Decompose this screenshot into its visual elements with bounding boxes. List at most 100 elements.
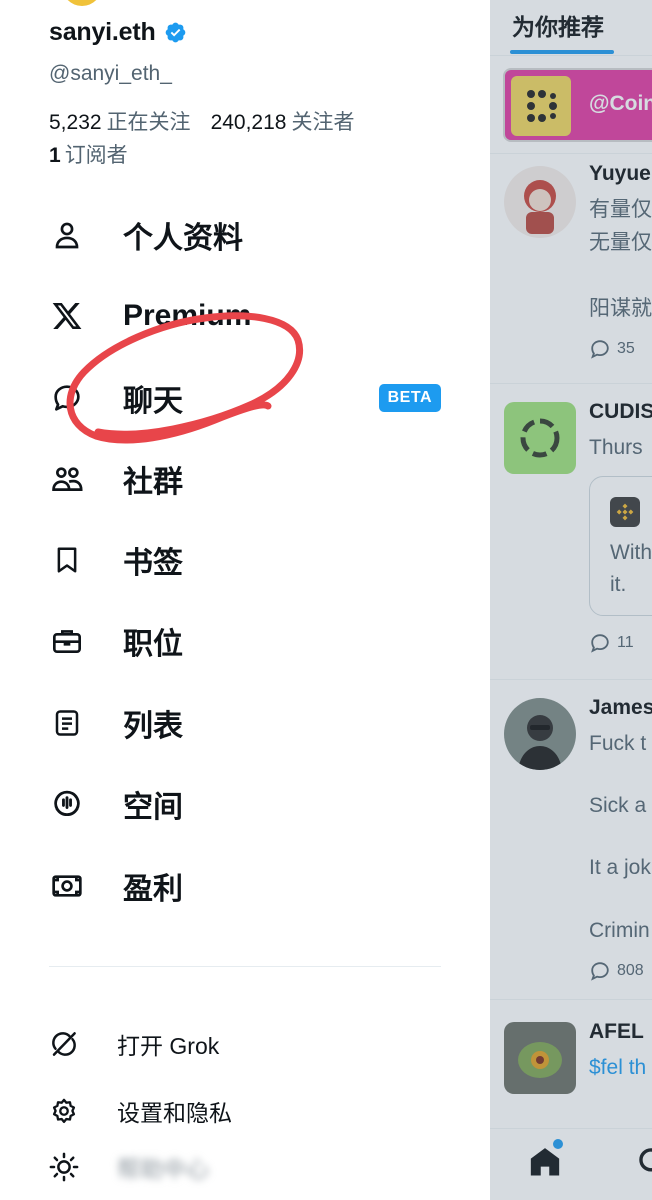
post-text-line: 无量仅 <box>589 231 652 254</box>
quote-card[interactable]: With it. <box>589 476 652 616</box>
menu-item-spaces[interactable]: 空间 <box>49 776 441 832</box>
post-text-line: It a jok <box>589 856 651 879</box>
reply-count: 11 <box>617 634 634 651</box>
menu-item-settings[interactable]: 设置和隐私 <box>49 1091 441 1131</box>
post-author: CUDIS <box>589 400 652 423</box>
monetization-icon <box>49 868 85 904</box>
feed-post[interactable]: AFEL $fel th <box>490 1000 652 1130</box>
home-icon[interactable] <box>528 1139 563 1184</box>
post-text-line: Sick a <box>589 794 647 817</box>
menu-label-open-grok: 打开 Grok <box>117 1033 220 1059</box>
menu-label-premium: Premium <box>123 299 252 332</box>
bookmark-icon <box>49 542 85 578</box>
person-icon <box>49 217 85 253</box>
reply-stat[interactable]: 11 <box>589 632 634 654</box>
menu-item-premium[interactable]: Premium <box>49 288 441 344</box>
sun-icon <box>49 1152 79 1182</box>
menu-label-jobs: 职位 <box>123 628 183 661</box>
menu-item-monetization[interactable]: 盈利 <box>49 858 441 914</box>
following-count: 5,232 <box>49 111 102 134</box>
menu-label-profile: 个人资料 <box>123 222 243 255</box>
menu-divider <box>49 966 441 967</box>
menu-item-lists[interactable]: 列表 <box>49 695 441 751</box>
beta-badge: BETA <box>378 384 441 412</box>
menu-label-lists: 列表 <box>123 710 183 743</box>
display-name-text: sanyi.eth <box>49 18 156 46</box>
profile-handle: @sanyi_eth_ <box>49 62 172 85</box>
subscribers-stat[interactable]: 1 订阅者 <box>49 139 128 169</box>
menu-label-settings: 设置和隐私 <box>117 1100 232 1126</box>
promo-banner[interactable]: @Coin <box>490 56 652 154</box>
navigation-drawer: sanyi.eth @sanyi_eth_ 5,232 正在关注 240,218 关… <box>0 0 490 1200</box>
menu-label-help: 帮助中心 <box>117 1156 209 1182</box>
reply-count: 35 <box>617 340 635 357</box>
chat-bubble-icon <box>49 380 85 416</box>
tab-active-indicator <box>510 50 614 54</box>
home-feed: 为你推荐 @Coin Yuyue 有量仅 无量仅 阳谋就 35 CUDIS Th… <box>490 0 652 1200</box>
post-text-line: $fel th <box>589 1056 647 1079</box>
spaces-mic-icon <box>49 786 85 822</box>
grok-icon <box>49 1029 79 1059</box>
subscribers-label: 订阅者 <box>64 144 128 167</box>
menu-item-jobs[interactable]: 职位 <box>49 613 441 669</box>
post-text-line: Crimin <box>589 919 650 942</box>
promo-text: @Coin <box>589 92 652 115</box>
menu-label-bookmarks: 书签 <box>123 547 183 580</box>
menu-item-profile[interactable]: 个人资料 <box>49 207 441 263</box>
search-icon[interactable] <box>636 1145 652 1184</box>
reply-stat[interactable]: 808 <box>589 960 644 982</box>
menu-label-monetization: 盈利 <box>123 873 183 906</box>
menu-label-spaces: 空间 <box>123 791 183 824</box>
gear-icon <box>49 1096 79 1126</box>
bottom-nav-bar <box>490 1128 652 1200</box>
promo-card: @Coin <box>503 68 652 142</box>
post-avatar[interactable] <box>504 698 576 770</box>
avatar[interactable] <box>62 0 102 6</box>
binance-logo-icon <box>610 497 640 527</box>
feed-tabs: 为你推荐 <box>490 0 652 56</box>
feed-post[interactable]: CUDIS Thurs With it. 11 <box>490 384 652 680</box>
post-author: AFEL <box>589 1020 644 1043</box>
menu-label-communities: 社群 <box>123 466 183 499</box>
notification-dot <box>553 1139 563 1149</box>
tab-for-you[interactable]: 为你推荐 <box>512 8 604 42</box>
list-icon <box>49 705 85 741</box>
reply-icon <box>591 340 609 359</box>
quote-text-line: With <box>610 541 652 564</box>
reply-icon <box>591 634 609 653</box>
feed-post[interactable]: James Fuck t Sick a It a jok Crimin 808 <box>490 680 652 1000</box>
coin-logo-icon <box>511 76 571 136</box>
post-text-line: Fuck t <box>589 732 647 755</box>
post-author: Yuyue <box>589 162 651 185</box>
x-logo-icon <box>49 298 85 334</box>
menu-item-open-grok[interactable]: 打开 Grok <box>49 1024 441 1064</box>
briefcase-icon <box>49 623 85 659</box>
menu-item-communities[interactable]: 社群 <box>49 451 441 507</box>
menu-item-bookmarks[interactable]: 书签 <box>49 532 441 588</box>
menu-label-chat: 聊天 <box>123 385 183 418</box>
subscribers-count: 1 <box>49 144 61 167</box>
post-text-line: 有量仅 <box>589 198 652 221</box>
post-author: James <box>589 696 652 719</box>
profile-display-name[interactable]: sanyi.eth <box>49 18 187 47</box>
following-stat[interactable]: 5,232 正在关注 <box>49 106 191 136</box>
followers-count: 240,218 <box>210 111 287 134</box>
post-text-line: 阳谋就 <box>589 297 652 320</box>
reply-stat[interactable]: 35 <box>589 338 635 360</box>
feed-post[interactable]: Yuyue 有量仅 无量仅 阳谋就 35 <box>490 154 652 384</box>
reply-icon <box>591 962 609 981</box>
post-text-line: Thurs <box>589 436 643 459</box>
menu-item-help[interactable]: 帮助中心 <box>49 1147 441 1187</box>
following-label: 正在关注 <box>106 111 191 134</box>
reply-count: 808 <box>617 962 644 979</box>
follow-stats: 5,232 正在关注 240,218 关注者 <box>49 106 354 136</box>
followers-stat[interactable]: 240,218 关注者 <box>211 106 355 136</box>
post-avatar[interactable] <box>504 166 576 238</box>
menu-item-chat[interactable]: 聊天 BETA <box>49 370 441 426</box>
followers-label: 关注者 <box>291 111 355 134</box>
quote-text-line: it. <box>610 573 627 596</box>
post-avatar[interactable] <box>504 402 576 474</box>
post-avatar[interactable] <box>504 1022 576 1094</box>
verified-badge-icon <box>165 22 185 43</box>
communities-icon <box>49 461 85 497</box>
